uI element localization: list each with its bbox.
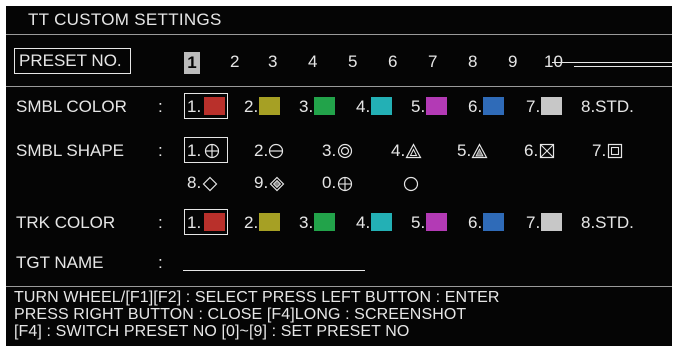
option-number: 1. (187, 97, 202, 116)
preset-number-8[interactable]: 8 (468, 52, 477, 72)
color-swatch (314, 97, 335, 115)
option-number: 7. (526, 97, 541, 116)
symbol-shape-colon: : (158, 141, 163, 160)
preset-number-7[interactable]: 7 (428, 52, 437, 72)
help-line-1: TURN WHEEL/[F1][F2] : SELECT PRESS LEFT … (14, 289, 500, 306)
target-name-label: TGT NAME (16, 253, 104, 272)
color-swatch (259, 213, 280, 231)
divider (6, 86, 672, 87)
symbol-color-standard-option[interactable]: 8.STD. (581, 97, 634, 117)
target-name-underline (183, 270, 365, 271)
double-square-icon (607, 143, 623, 159)
target-name-colon: : (158, 253, 163, 272)
option-number: 6. (468, 213, 483, 232)
option-number: 2. (254, 141, 269, 160)
option-number: 4. (356, 213, 371, 232)
divider (6, 286, 672, 287)
color-swatch (314, 213, 335, 231)
option-number: 5. (411, 213, 426, 232)
circle-icon (403, 176, 419, 192)
option-number: 9. (254, 173, 269, 192)
filled-triangle-icon (471, 143, 488, 159)
diamond-icon (202, 176, 218, 192)
preset-number-2[interactable]: 2 (230, 52, 239, 72)
option-number: 1. (187, 141, 202, 160)
color-swatch (204, 97, 225, 115)
track-color-colon: : (158, 213, 163, 232)
option-number: 2. (244, 213, 259, 232)
preset-number-5[interactable]: 5 (348, 52, 357, 72)
preset-scroll-line-2 (574, 66, 672, 67)
option-number: 4. (391, 141, 406, 160)
square-x-icon (539, 143, 555, 159)
track-color-label: TRK COLOR (16, 213, 116, 232)
color-swatch (541, 97, 562, 115)
option-number: 7. (592, 141, 607, 160)
color-swatch (259, 97, 280, 115)
symbol-color-colon: : (158, 97, 163, 116)
color-swatch (541, 213, 562, 231)
preset-number-6[interactable]: 6 (388, 52, 397, 72)
preset-number-9[interactable]: 9 (508, 52, 517, 72)
option-number: 2. (244, 97, 259, 116)
color-swatch (371, 213, 392, 231)
symbol-color-label: SMBL COLOR (16, 97, 127, 116)
help-line-3: [F4] : SWITCH PRESET NO [0]~[9] : SET PR… (14, 323, 410, 340)
preset-selected[interactable]: 1 (184, 52, 200, 74)
option-number: 3. (299, 97, 314, 116)
preset-label: PRESET NO. (14, 48, 131, 74)
option-number: 4. (356, 97, 371, 116)
color-swatch (483, 97, 504, 115)
preset-scroll-line (552, 62, 672, 63)
color-swatch (371, 97, 392, 115)
color-swatch (426, 213, 447, 231)
option-number: 8. (187, 173, 202, 192)
option-number: 0. (322, 173, 337, 192)
option-number: 7. (526, 213, 541, 232)
circle-plus-icon (204, 143, 220, 159)
option-number: 5. (411, 97, 426, 116)
option-number: 3. (322, 141, 337, 160)
preset-number-3[interactable]: 3 (268, 52, 277, 72)
circle-minus-icon (268, 143, 284, 159)
option-number: 1. (187, 213, 202, 232)
panel-title: TT CUSTOM SETTINGS (28, 10, 222, 29)
tt-custom-settings-panel: TT CUSTOM SETTINGS PRESET NO. 1 2 3 4 5 … (6, 6, 672, 346)
circle-cross-icon (337, 176, 353, 192)
double-circle-icon (337, 143, 353, 159)
double-diamond-icon (269, 176, 285, 192)
triangle-icon (405, 143, 422, 159)
help-line-2: PRESS RIGHT BUTTON : CLOSE [F4]LONG : SC… (14, 306, 467, 323)
color-swatch (483, 213, 504, 231)
option-number: 6. (468, 97, 483, 116)
track-color-standard-option[interactable]: 8.STD. (581, 213, 634, 233)
color-swatch (204, 213, 225, 231)
symbol-shape-label: SMBL SHAPE (16, 141, 125, 160)
option-number: 6. (524, 141, 539, 160)
title-bar: TT CUSTOM SETTINGS (6, 6, 672, 35)
preset-number-4[interactable]: 4 (308, 52, 317, 72)
option-number: 3. (299, 213, 314, 232)
color-swatch (426, 97, 447, 115)
option-number: 5. (457, 141, 472, 160)
